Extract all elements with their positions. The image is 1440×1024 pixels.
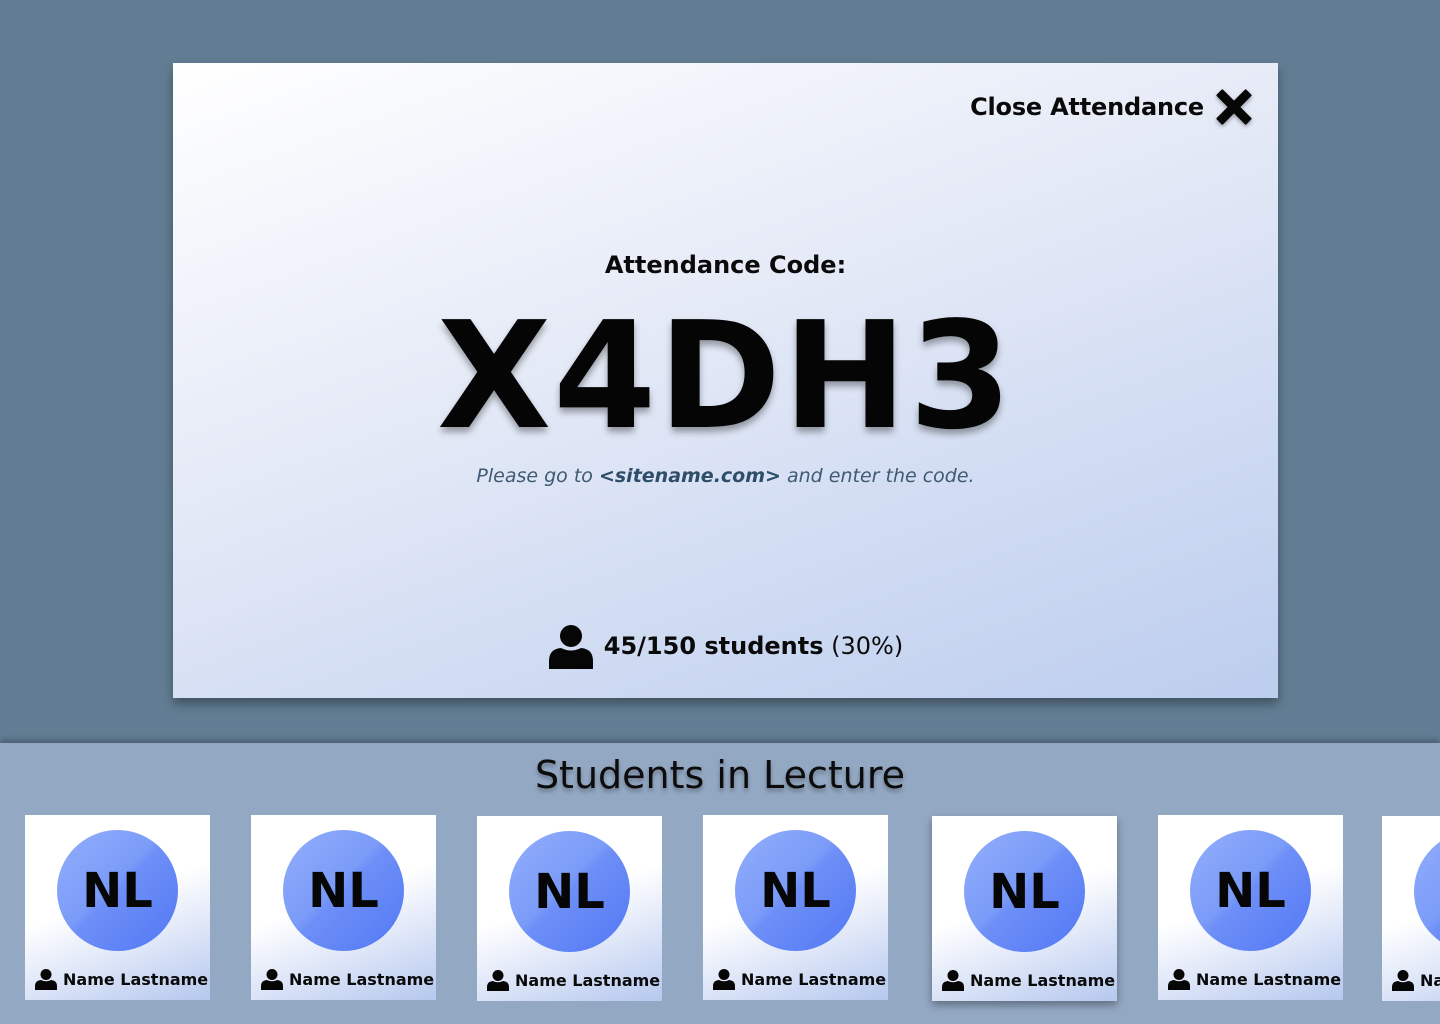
- student-avatar: NL: [735, 830, 856, 951]
- student-name: Name Lastname: [515, 970, 661, 990]
- attendance-code-title: Attendance Code:: [604, 251, 847, 279]
- person-icon: [1168, 969, 1190, 990]
- student-card[interactable]: NL Name Lastname: [251, 815, 436, 1000]
- student-name-row: Name Lastname: [1392, 969, 1440, 991]
- instruction-prefix: Please go to: [476, 465, 593, 487]
- attendance-instruction: Please go to <sitename.com> and enter th…: [173, 465, 1278, 487]
- attendance-modal: Close Attendance Attendance Code: X4DH3 …: [173, 63, 1278, 698]
- student-name: Name Lastname: [1420, 970, 1440, 990]
- instruction-suffix: and enter the code.: [787, 465, 975, 487]
- student-card[interactable]: NL Name Lastname: [25, 815, 210, 1000]
- person-icon: [548, 625, 593, 669]
- student-name: Name Lastname: [741, 969, 887, 989]
- student-name-row: Name Lastname: [1168, 968, 1341, 990]
- student-avatar: NL: [1190, 830, 1311, 951]
- close-attendance-button[interactable]: Close Attendance: [970, 85, 1256, 129]
- student-name-row: Name Lastname: [35, 968, 208, 990]
- student-card[interactable]: NL Name Lastname: [1158, 815, 1343, 1000]
- student-percent: (30%): [831, 632, 904, 660]
- student-name: Name Lastname: [289, 969, 435, 989]
- person-icon: [1392, 970, 1414, 991]
- student-avatar: NL: [964, 831, 1085, 952]
- student-name: Name Lastname: [1196, 969, 1342, 989]
- person-icon: [487, 970, 509, 991]
- person-icon: [35, 969, 57, 990]
- site-link: <sitename.com>: [598, 465, 781, 487]
- person-icon: [261, 969, 283, 990]
- student-card[interactable]: NL Name Lastname: [932, 816, 1117, 1001]
- student-name-row: Name Lastname: [713, 968, 886, 990]
- students-tray-title: Students in Lecture: [534, 753, 906, 797]
- student-avatar: NL: [1414, 831, 1440, 952]
- student-avatar: NL: [283, 830, 404, 951]
- student-name-row: Name Lastname: [487, 969, 660, 991]
- person-icon: [942, 970, 964, 991]
- student-count: 45/150 students: [603, 632, 824, 660]
- student-avatar: NL: [57, 830, 178, 951]
- attendance-count: 45/150 students (30%): [173, 623, 1278, 669]
- student-name: Name Lastname: [970, 970, 1116, 990]
- student-card[interactable]: NL Name Lastname: [1382, 816, 1440, 1001]
- person-icon: [713, 969, 735, 990]
- attendance-code: X4DH3: [437, 290, 1014, 462]
- student-name: Name Lastname: [63, 969, 209, 989]
- student-card[interactable]: NL Name Lastname: [703, 815, 888, 1000]
- students-tray: Students in Lecture NL Name Lastname NL …: [0, 743, 1440, 1024]
- student-avatar: NL: [509, 831, 630, 952]
- student-name-row: Name Lastname: [942, 969, 1115, 991]
- student-card[interactable]: NL Name Lastname: [477, 816, 662, 1001]
- close-icon[interactable]: [1212, 85, 1256, 129]
- close-attendance-label: Close Attendance: [970, 93, 1204, 121]
- student-name-row: Name Lastname: [261, 968, 434, 990]
